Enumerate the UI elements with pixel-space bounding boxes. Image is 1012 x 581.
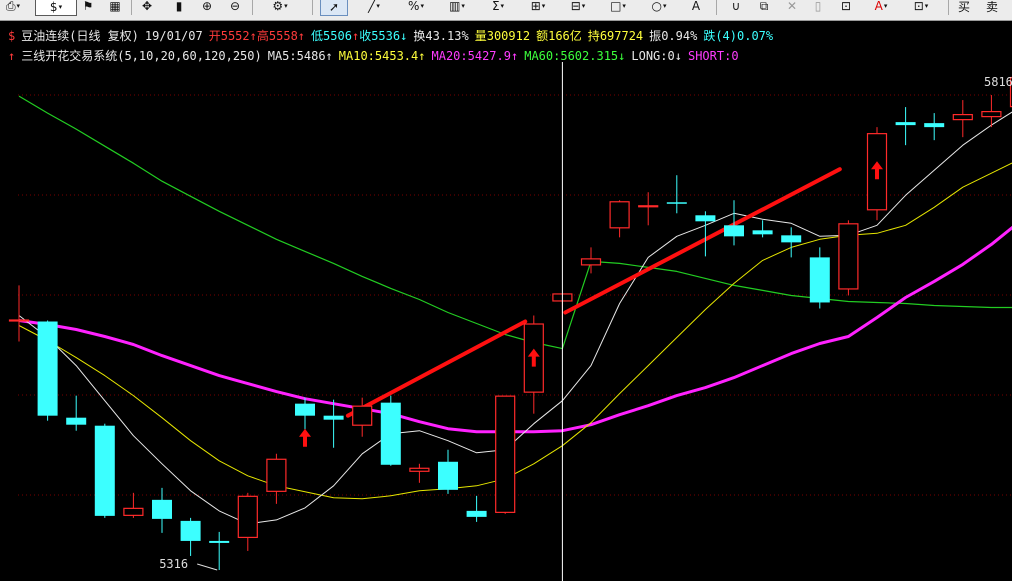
candle-body xyxy=(752,230,773,235)
candle-body xyxy=(924,123,945,128)
candle xyxy=(580,247,602,274)
moving-average-lines xyxy=(18,95,1012,525)
candle-body xyxy=(981,110,1002,118)
candle xyxy=(380,395,401,466)
price-label-high: 5816 xyxy=(984,75,1012,89)
signal-lines xyxy=(345,167,842,418)
candles xyxy=(8,76,1012,570)
candle-body xyxy=(8,319,30,322)
candle-body xyxy=(438,461,458,490)
low-marker: 5316 xyxy=(159,557,218,571)
candle-body xyxy=(724,225,744,237)
candle xyxy=(237,492,258,551)
candle-body xyxy=(66,417,87,425)
candle xyxy=(94,423,115,518)
candle xyxy=(895,107,916,146)
ma5-line xyxy=(18,111,1012,525)
candle xyxy=(952,100,973,138)
candle xyxy=(495,395,516,514)
candlestick-chart[interactable]: 5816 5316 xyxy=(0,0,1012,581)
candle xyxy=(37,320,58,421)
candle-body xyxy=(495,395,516,513)
candle-body xyxy=(895,122,916,126)
candle-body xyxy=(809,257,830,303)
candle-body xyxy=(180,520,201,541)
candle xyxy=(752,220,773,238)
candle-body xyxy=(580,258,602,266)
candle-body xyxy=(638,205,659,208)
candle-body xyxy=(94,425,115,516)
candle xyxy=(266,453,287,504)
candle-body xyxy=(37,321,58,416)
ma10-line xyxy=(18,162,1012,500)
ma60-line xyxy=(18,95,1012,350)
candle xyxy=(123,492,144,518)
candle xyxy=(209,531,230,570)
candle xyxy=(66,395,87,431)
buy-arrow-icon xyxy=(299,428,311,447)
candle xyxy=(180,517,201,556)
candle xyxy=(666,175,687,214)
candle xyxy=(981,95,1002,128)
candle-body xyxy=(209,540,230,543)
candle xyxy=(152,487,172,533)
candle-body xyxy=(352,405,373,426)
candle-body xyxy=(952,114,973,121)
candle-body xyxy=(609,201,630,229)
low-leader-line xyxy=(197,563,218,571)
candle-body xyxy=(323,415,344,420)
candle-body xyxy=(838,223,859,290)
candle-body xyxy=(781,235,802,243)
candle xyxy=(638,192,659,226)
candle xyxy=(466,495,487,522)
candle xyxy=(438,449,458,494)
candle-body xyxy=(237,495,258,539)
candle-body xyxy=(380,402,401,465)
candle-body xyxy=(409,467,430,472)
candle xyxy=(838,220,859,296)
candle xyxy=(781,227,802,258)
candle-body xyxy=(295,403,315,416)
candle xyxy=(409,463,430,483)
low-price-label: 5316 xyxy=(159,557,188,571)
candle-body xyxy=(123,507,144,516)
candle xyxy=(924,113,945,141)
candle xyxy=(8,285,30,342)
candle xyxy=(323,399,344,448)
candle-body xyxy=(266,458,287,492)
candle-body xyxy=(466,510,487,517)
candle-body xyxy=(695,215,716,222)
candle-body xyxy=(152,499,172,519)
candle xyxy=(809,247,830,309)
candle xyxy=(609,200,630,238)
candle-body xyxy=(666,202,687,204)
